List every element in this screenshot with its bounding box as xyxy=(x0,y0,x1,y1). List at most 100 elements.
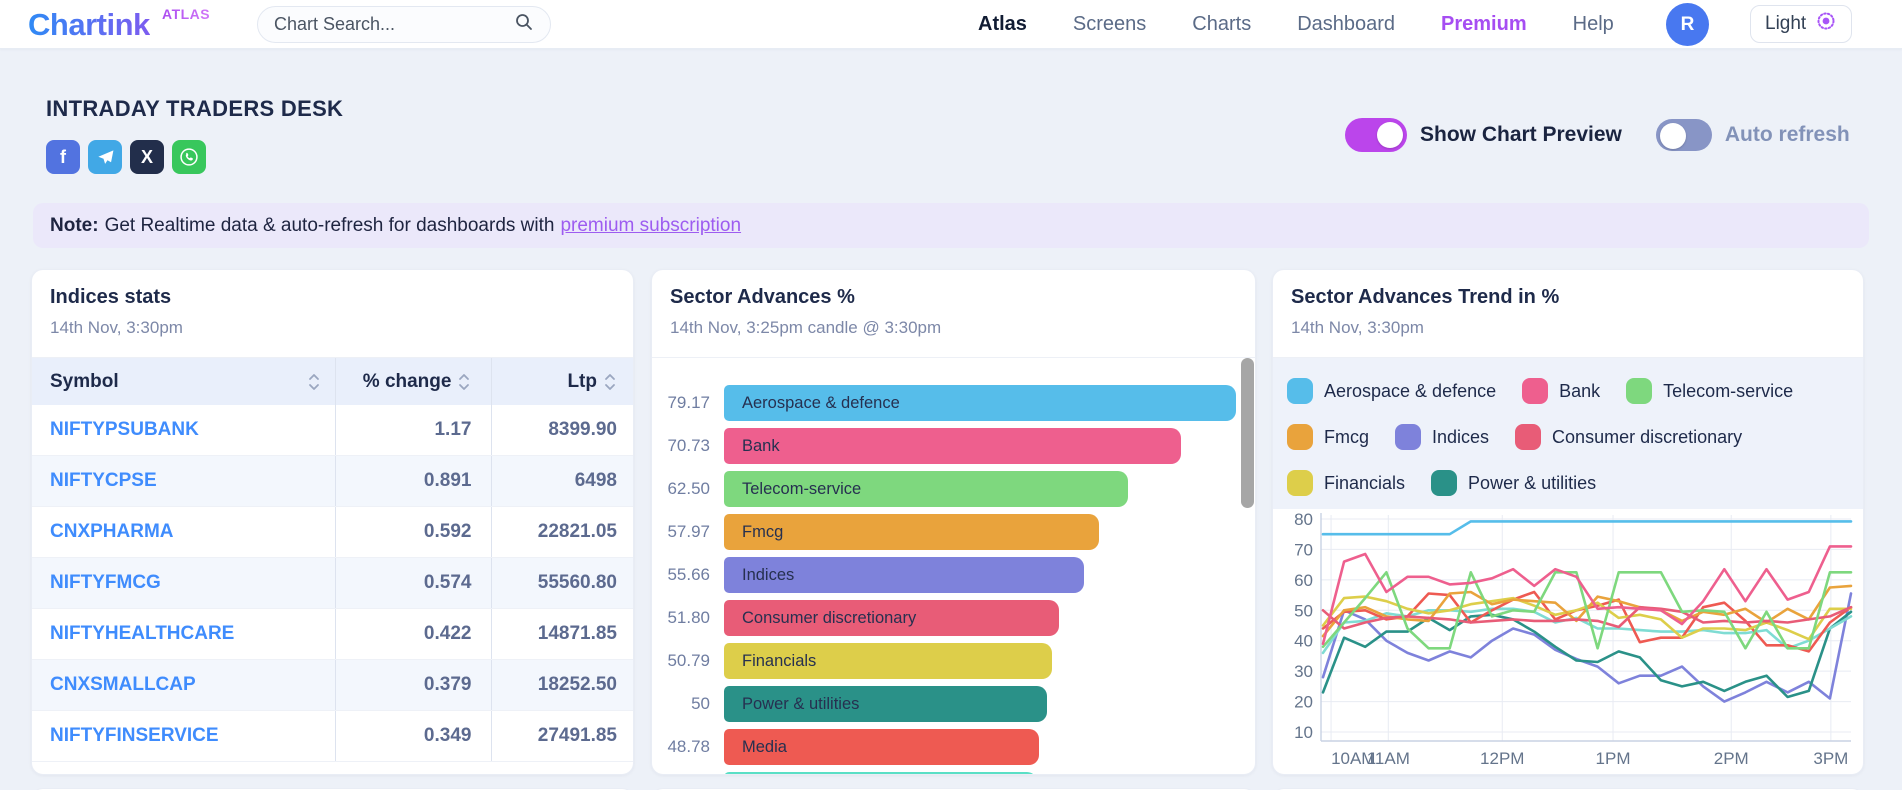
search-input[interactable] xyxy=(274,14,514,35)
legend-item-indices[interactable]: Indices xyxy=(1395,424,1489,450)
bar-row xyxy=(652,772,1255,775)
symbol-link[interactable]: CNXPHARMA xyxy=(32,507,336,557)
cell-text: 6498 xyxy=(575,470,617,492)
bar-telecom-service[interactable]: Telecom-service xyxy=(724,471,1128,507)
column-header--change[interactable]: % change xyxy=(336,358,492,405)
bar-fmcg[interactable]: Fmcg xyxy=(724,514,1099,550)
column-header-ltp[interactable]: Ltp xyxy=(492,358,633,405)
nav-item-charts[interactable]: Charts xyxy=(1192,13,1251,36)
nav-item-premium[interactable]: Premium xyxy=(1441,13,1527,36)
legend-label: Aerospace & defence xyxy=(1324,381,1496,402)
indices-stats-panel: Indices stats 14th Nov, 3:30pm Symbol% c… xyxy=(31,269,634,775)
legend-label: Financials xyxy=(1324,473,1405,494)
legend-item-aerospace-defence[interactable]: Aerospace & defence xyxy=(1287,378,1496,404)
divider xyxy=(652,357,1255,358)
nav-item-dashboard[interactable]: Dashboard xyxy=(1297,13,1395,36)
nav-item-atlas[interactable]: Atlas xyxy=(978,13,1027,36)
column-header-symbol[interactable]: Symbol xyxy=(32,358,336,405)
sector-trend-panel: Sector Advances Trend in % 14th Nov, 3:3… xyxy=(1272,269,1864,775)
facebook-share-icon[interactable]: f xyxy=(46,140,80,174)
cell-text: 0.891 xyxy=(424,470,472,492)
y-axis-tick: 50 xyxy=(1294,601,1313,620)
bar-row: 50.79 Financials xyxy=(652,643,1255,679)
symbol-link[interactable]: NIFTYPSUBANK xyxy=(32,405,336,455)
bar-indices[interactable]: Indices xyxy=(724,557,1084,593)
legend-swatch xyxy=(1626,378,1652,404)
nav-item-help[interactable]: Help xyxy=(1573,13,1614,36)
cell-text: 14871.85 xyxy=(538,623,617,645)
y-axis-tick: 60 xyxy=(1294,571,1313,590)
bar-power-utilities[interactable]: Power & utilities xyxy=(724,686,1047,722)
ltp-value: 22821.05 xyxy=(492,507,633,557)
nav-item-screens[interactable]: Screens xyxy=(1073,13,1146,36)
bar-bank[interactable]: Bank xyxy=(724,428,1181,464)
cell-text: 1.17 xyxy=(434,419,471,441)
cell-text: NIFTYFMCG xyxy=(50,572,161,594)
user-avatar[interactable]: R xyxy=(1666,3,1709,46)
auto-refresh-toggle[interactable] xyxy=(1656,119,1712,151)
y-axis-tick: 80 xyxy=(1294,510,1313,529)
trend-line-bank xyxy=(1323,546,1851,643)
y-axis-tick: 30 xyxy=(1294,662,1313,681)
cell-text: 0.574 xyxy=(424,572,472,594)
symbol-link[interactable]: NIFTYFINSERVICE xyxy=(32,711,336,761)
bar-value-label: 50.79 xyxy=(652,643,710,679)
bar-financials[interactable]: Financials xyxy=(724,643,1052,679)
sort-icon[interactable] xyxy=(603,372,617,392)
indices-table-body: NIFTYPSUBANK1.178399.90NIFTYCPSE0.891649… xyxy=(32,405,633,762)
cell-text: CNXSMALLCAP xyxy=(50,674,196,696)
legend-swatch xyxy=(1395,424,1421,450)
bar-consumer-discretionary[interactable]: Consumer discretionary xyxy=(724,600,1059,636)
legend-item-fmcg[interactable]: Fmcg xyxy=(1287,424,1369,450)
show-chart-preview-toggle[interactable] xyxy=(1345,118,1407,152)
legend-swatch xyxy=(1287,470,1313,496)
symbol-link[interactable]: CNXSMALLCAP xyxy=(32,660,336,710)
cell-text: 55560.80 xyxy=(538,572,617,594)
x-axis-label: 1PM xyxy=(1596,749,1631,768)
sort-icon[interactable] xyxy=(307,372,321,392)
bar-category-label: Indices xyxy=(742,566,794,585)
search-icon[interactable] xyxy=(514,12,534,37)
legend-label: Indices xyxy=(1432,427,1489,448)
x-axis-label: 2PM xyxy=(1714,749,1749,768)
legend-label: Consumer discretionary xyxy=(1552,427,1742,448)
legend-item-power-utilities[interactable]: Power & utilities xyxy=(1431,470,1596,496)
theme-toggle-button[interactable]: Light xyxy=(1750,5,1852,43)
whatsapp-share-icon[interactable] xyxy=(172,140,206,174)
bar-category-label: Bank xyxy=(742,437,780,456)
x-twitter-share-icon[interactable]: X xyxy=(130,140,164,174)
telegram-share-icon[interactable] xyxy=(88,140,122,174)
sector-advances-title: Sector Advances % xyxy=(670,286,855,309)
bar-partial[interactable] xyxy=(724,772,1037,775)
legend-item-financials[interactable]: Financials xyxy=(1287,470,1405,496)
bar-category-label: Telecom-service xyxy=(742,480,861,499)
symbol-link[interactable]: NIFTYFMCG xyxy=(32,558,336,608)
bar-aerospace-defence[interactable]: Aerospace & defence xyxy=(724,385,1236,421)
table-row: NIFTYCPSE 0.891 6498 xyxy=(32,456,633,507)
bar-value-label: 50 xyxy=(652,686,710,722)
bar-media[interactable]: Media xyxy=(724,729,1039,765)
bar-value-label: 62.50 xyxy=(652,471,710,507)
premium-subscription-link[interactable]: premium subscription xyxy=(560,215,741,237)
panel-scrollbar[interactable] xyxy=(1241,358,1254,508)
bar-row: 50 Power & utilities xyxy=(652,686,1255,722)
x-axis-label: 12PM xyxy=(1480,749,1524,768)
ltp-value: 14871.85 xyxy=(492,609,633,659)
y-axis-tick: 40 xyxy=(1294,632,1313,651)
sort-icon[interactable] xyxy=(457,372,471,392)
legend-row: Financials Power & utilities xyxy=(1287,460,1863,506)
legend-item-telecom-service[interactable]: Telecom-service xyxy=(1626,378,1793,404)
legend-item-consumer-discretionary[interactable]: Consumer discretionary xyxy=(1515,424,1742,450)
bar-category-label: Financials xyxy=(742,652,816,671)
chart-search-box[interactable] xyxy=(257,6,551,43)
bar-value-label: 48.78 xyxy=(652,729,710,765)
symbol-link[interactable]: NIFTYCPSE xyxy=(32,456,336,506)
symbol-link[interactable]: NIFTYHEALTHCARE xyxy=(32,609,336,659)
ltp-value: 6498 xyxy=(492,456,633,506)
pct-change-value: 0.891 xyxy=(336,456,492,506)
pct-change-value: 0.349 xyxy=(336,711,492,761)
table-row: NIFTYPSUBANK1.178399.90 xyxy=(32,405,633,456)
legend-item-bank[interactable]: Bank xyxy=(1522,378,1600,404)
chartink-logo[interactable]: Chartink xyxy=(28,7,150,43)
x-axis-label: 3PM xyxy=(1813,749,1848,768)
